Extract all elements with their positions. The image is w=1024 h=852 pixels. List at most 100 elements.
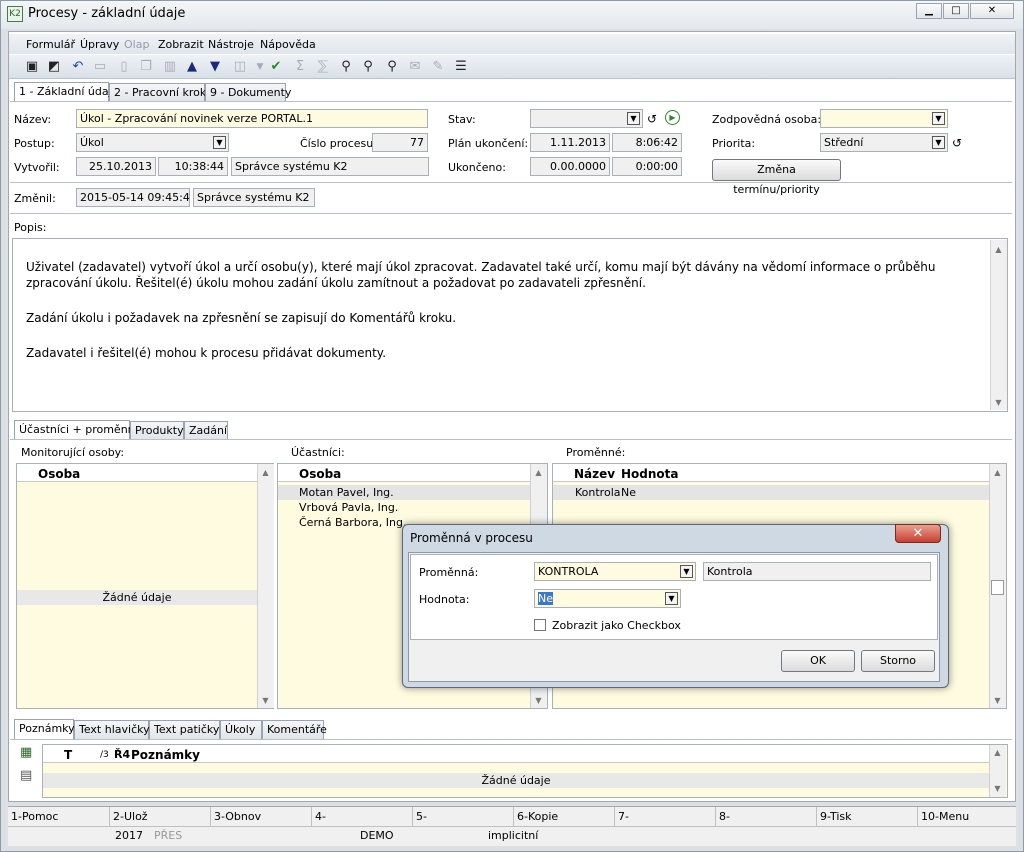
play-icon[interactable]: ▶ — [665, 110, 680, 125]
cislo-field[interactable]: 77 — [372, 133, 428, 152]
vytvoril-time-field[interactable]: 10:38:44 — [158, 157, 228, 176]
monitor-scrollbar[interactable] — [257, 464, 274, 708]
dialog-close-icon[interactable]: ✕ — [895, 524, 941, 543]
variables-col-nazev[interactable]: Název — [574, 467, 615, 481]
calc-icon[interactable]: ⅀ — [315, 59, 331, 75]
scroll-up-icon[interactable]: ▲ — [257, 468, 274, 477]
notes-col-t[interactable]: T — [64, 748, 72, 762]
checkbox-display-as-checkbox[interactable] — [534, 619, 546, 631]
tab-zakladni-udaje[interactable]: 1 - Základní údaje — [14, 82, 118, 102]
minimize-icon[interactable]: ▁ — [916, 3, 942, 19]
arrow-down-icon[interactable]: ▼ — [207, 59, 223, 75]
fkey-5[interactable]: 5- — [416, 810, 427, 823]
scroll-down-icon[interactable]: ▼ — [257, 696, 274, 705]
undo-icon[interactable]: ↶ — [70, 59, 86, 75]
fkey-obnov[interactable]: 3-Obnov — [214, 810, 261, 823]
nazev-field[interactable]: Úkol - Zpracování novinek verze PORTAL.1 — [76, 109, 428, 128]
dialog-var-name-field[interactable]: Kontrola — [703, 562, 931, 581]
menu-icon[interactable]: ☰ — [453, 59, 469, 75]
fkey-4[interactable]: 4- — [315, 810, 326, 823]
maximize-icon[interactable]: □ — [943, 3, 969, 19]
export-icon[interactable]: ◫ — [232, 59, 248, 75]
mail-icon[interactable]: ✉ — [407, 59, 423, 75]
fkey-tisk[interactable]: 9-Tisk — [820, 810, 852, 823]
reset-icon[interactable]: ↺ — [647, 112, 657, 126]
add-note-icon[interactable]: ▦ — [20, 745, 32, 760]
zodp-select[interactable]: ▼ — [820, 109, 948, 128]
zmenil-field[interactable]: 2015-05-14 09:45:43 — [76, 188, 190, 207]
scroll-thumb[interactable] — [991, 580, 1004, 595]
note-list-icon[interactable]: ▤ — [20, 768, 32, 783]
menu-olap[interactable]: Olap — [124, 38, 149, 51]
ok-button[interactable]: OK — [781, 650, 855, 672]
arrow-up-icon[interactable]: ▲ — [184, 59, 200, 75]
stav-select[interactable]: ▼ — [530, 109, 643, 128]
table-row[interactable]: Motan Pavel, Ing. — [278, 485, 530, 500]
book-icon[interactable]: ▥ — [162, 59, 178, 75]
description-scrollbar[interactable] — [990, 240, 1007, 410]
menu-formular[interactable]: Formulář — [26, 38, 75, 51]
tab-pracovni-kroky[interactable]: 2 - Pracovní kroky — [109, 83, 212, 102]
fkey-uloz[interactable]: 2-Ulož — [113, 810, 148, 823]
chevron-down-icon[interactable]: ▼ — [665, 592, 678, 605]
tab-poznamky[interactable]: Poznámky — [14, 719, 75, 739]
scroll-up-icon[interactable]: ▲ — [530, 468, 547, 477]
scroll-up-icon[interactable]: ▲ — [990, 245, 1007, 254]
ukonceno-time-field[interactable]: 0:00:00 — [612, 157, 682, 176]
fkey-menu[interactable]: 10-Menu — [921, 810, 969, 823]
plan-date-field[interactable]: 1.11.2013 — [530, 133, 610, 152]
tab-dokumenty[interactable]: 9 - Dokumenty — [205, 83, 291, 102]
fkey-pomoc[interactable]: 1-Pomoc — [11, 810, 58, 823]
vytvoril-date-field[interactable]: 25.10.2013 — [76, 157, 156, 176]
chevron-down-icon[interactable]: ▼ — [932, 112, 945, 125]
chevron-down-icon[interactable]: ▼ — [932, 136, 945, 149]
menu-napoveda[interactable]: Nápověda — [260, 38, 316, 51]
tab-zadani[interactable]: Zadání — [184, 421, 228, 440]
dialog-val-select[interactable]: Ne ▼ — [534, 589, 681, 608]
cancel-button[interactable]: Storno — [861, 650, 935, 672]
copy-icon[interactable]: ❐ — [138, 59, 154, 75]
notes-col-poznamky[interactable]: Poznámky — [131, 748, 200, 762]
monitor-grid[interactable] — [16, 463, 274, 709]
notes-col-r[interactable]: Ř4 — [114, 748, 130, 761]
priority-reset-icon[interactable]: ↺ — [952, 136, 962, 150]
save-icon[interactable]: ▣ — [24, 59, 40, 75]
scroll-down-icon[interactable]: ▼ — [989, 696, 1006, 705]
scroll-up-icon[interactable]: ▲ — [989, 468, 1006, 477]
table-row[interactable]: Černá Barbora, Ing. — [299, 516, 406, 529]
scroll-down-icon[interactable]: ▼ — [989, 784, 1006, 793]
sum-icon[interactable]: Σ — [292, 59, 308, 75]
dropdown-icon[interactable]: ▼ — [252, 59, 268, 75]
menu-nastroje[interactable]: Nástroje — [208, 38, 254, 51]
chevron-down-icon[interactable]: ▼ — [680, 565, 693, 578]
scroll-down-icon[interactable]: ▼ — [990, 398, 1007, 407]
filter-icon[interactable]: ✔ — [268, 59, 284, 75]
chevron-down-icon[interactable]: ▼ — [627, 112, 640, 125]
zmenil-user-field[interactable]: Správce systému K2 — [193, 188, 315, 207]
tab-ucastnici-promenne[interactable]: Účastníci + proměnné — [14, 420, 141, 440]
edit-icon[interactable]: ✎ — [430, 59, 446, 75]
ukonceno-date-field[interactable]: 0.00.0000 — [530, 157, 610, 176]
tab-produkty[interactable]: Produkty — [130, 421, 184, 440]
new-icon[interactable]: ▯ — [116, 59, 132, 75]
dialog-var-select[interactable]: KONTROLA ▼ — [534, 562, 696, 581]
fkey-kopie[interactable]: 6-Kopie — [517, 810, 558, 823]
plan-time-field[interactable]: 8:06:42 — [612, 133, 682, 152]
fkey-7[interactable]: 7- — [618, 810, 629, 823]
tab-ukoly[interactable]: Úkoly — [220, 720, 262, 739]
variables-col-hodnota[interactable]: Hodnota — [621, 467, 679, 481]
vytvoril-user-field[interactable]: Správce systému K2 — [231, 157, 429, 176]
tab-text-hlavicky[interactable]: Text hlavičky — [74, 720, 150, 739]
open-icon[interactable]: ▭ — [92, 59, 108, 75]
scroll-down-icon[interactable]: ▼ — [530, 696, 547, 705]
postup-select[interactable]: Úkol ▼ — [76, 133, 229, 152]
chevron-down-icon[interactable]: ▼ — [213, 136, 226, 149]
tab-komentare[interactable]: Komentáře — [262, 720, 327, 739]
priorita-select[interactable]: Střední ▼ — [820, 133, 948, 152]
menu-upravy[interactable]: Úpravy — [80, 38, 119, 51]
menu-zobrazit[interactable]: Zobrazit — [158, 38, 204, 51]
save-close-icon[interactable]: ◩ — [46, 59, 62, 75]
monitor-col-osoba[interactable]: Osoba — [17, 464, 257, 482]
find-next-icon[interactable]: ⚲ — [360, 59, 376, 75]
fkey-8[interactable]: 8- — [719, 810, 730, 823]
